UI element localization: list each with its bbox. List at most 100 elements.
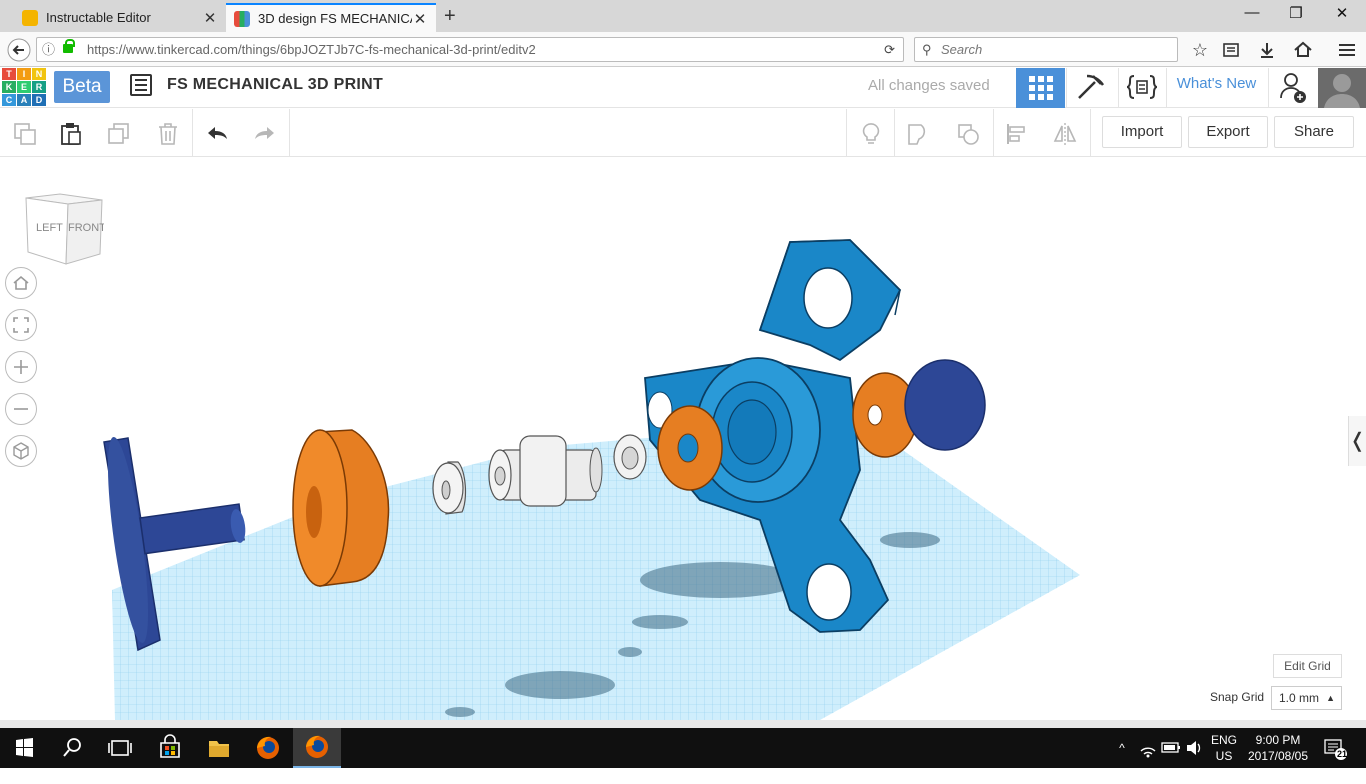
firefox-button[interactable]	[244, 728, 292, 768]
firefox-active-button[interactable]	[293, 728, 341, 768]
white-ring-small[interactable]	[613, 434, 647, 480]
task-view-icon	[108, 740, 132, 756]
copy-icon[interactable]	[12, 121, 38, 147]
align-icon[interactable]	[1004, 121, 1030, 147]
shapes-panel-toggle[interactable]: ❬	[1348, 416, 1366, 466]
toolbar-divider	[894, 109, 895, 157]
undo-icon[interactable]	[204, 121, 230, 147]
zoom-out-button[interactable]	[5, 393, 37, 425]
home-icon	[13, 275, 29, 290]
close-window-button[interactable]: ✕	[1330, 4, 1354, 22]
logo-letter: I	[17, 68, 31, 80]
caret-up-icon: ▲	[1326, 693, 1335, 703]
close-tab-icon[interactable]: ✕	[202, 9, 218, 27]
new-tab-button[interactable]: +	[444, 5, 456, 28]
fit-view-button[interactable]	[5, 309, 37, 341]
minimize-button[interactable]: —	[1240, 4, 1264, 21]
task-view-button[interactable]	[96, 728, 144, 768]
windows-logo-icon	[16, 738, 33, 757]
firefox-icon	[257, 736, 279, 759]
maximize-button[interactable]: ❐	[1284, 4, 1308, 22]
lock-icon	[63, 39, 75, 53]
export-button[interactable]: Export	[1188, 116, 1268, 148]
3d-view-button[interactable]	[1016, 68, 1065, 108]
reading-list-icon[interactable]	[1218, 37, 1244, 63]
search-taskbar-button[interactable]	[48, 728, 96, 768]
design-title[interactable]: FS MECHANICAL 3D PRINT	[167, 76, 383, 94]
group-icon[interactable]	[906, 121, 932, 147]
add-user-button[interactable]	[1268, 68, 1318, 108]
design-list-icon[interactable]	[130, 74, 152, 96]
bookmark-star-icon[interactable]: ☆	[1187, 37, 1213, 63]
logo-letter: T	[2, 68, 16, 80]
instructables-robot-icon	[22, 9, 38, 26]
windows-taskbar: ^ ENG US 9:00 PM 2017/08/05 21	[0, 728, 1366, 768]
whats-new-link[interactable]: What's New	[1166, 68, 1266, 108]
firefox-icon	[306, 735, 328, 758]
orange-washer-front[interactable]	[657, 405, 723, 491]
viewcube-front-label[interactable]: FRONT	[68, 222, 104, 234]
file-explorer-button[interactable]	[195, 728, 243, 768]
beta-badge[interactable]: Beta	[54, 71, 110, 103]
home-view-button[interactable]	[5, 267, 37, 299]
mirror-icon[interactable]	[1052, 121, 1078, 147]
system-clock[interactable]: 9:00 PM 2017/08/05	[1243, 732, 1313, 764]
battery-icon[interactable]	[1160, 728, 1182, 768]
view-cube[interactable]: LEFT FRONT	[24, 192, 104, 266]
blocks-button[interactable]	[1066, 68, 1112, 108]
hamburger-menu-icon[interactable]	[1334, 37, 1360, 63]
minus-icon	[14, 408, 28, 410]
close-tab-icon[interactable]: ✕	[412, 10, 428, 28]
viewcube-left-label[interactable]: LEFT	[36, 222, 63, 234]
tab-instructable-editor[interactable]: Instructable Editor ✕	[14, 3, 226, 32]
store-icon	[160, 734, 180, 758]
logo-letter: R	[32, 81, 46, 93]
volume-icon[interactable]	[1184, 728, 1204, 768]
share-button[interactable]: Share	[1274, 116, 1354, 148]
search-placeholder: Search	[941, 42, 983, 57]
home-icon[interactable]	[1290, 37, 1316, 63]
tab-3d-design[interactable]: 3D design FS MECHANICAL ✕	[226, 3, 436, 32]
orthographic-view-button[interactable]	[5, 435, 37, 467]
ungroup-icon[interactable]	[956, 121, 982, 147]
info-icon[interactable]: ⓘ	[42, 38, 55, 61]
zoom-in-button[interactable]	[5, 351, 37, 383]
browser-tab-bar: Instructable Editor ✕ 3D design FS MECHA…	[0, 0, 1366, 32]
navy-cap-right[interactable]	[904, 359, 986, 451]
paste-icon[interactable]	[58, 121, 84, 147]
url-bar[interactable]: ⓘ https://www.tinkercad.com/things/6bpJO…	[36, 37, 904, 62]
input-language-indicator[interactable]: ENG US	[1208, 732, 1240, 764]
browser-search-input[interactable]: ⚲ Search	[914, 37, 1178, 62]
action-center-button[interactable]: 21	[1320, 728, 1350, 768]
show-hidden-icons-button[interactable]: ^	[1112, 728, 1132, 768]
user-avatar-icon	[1324, 74, 1360, 108]
clock-date: 2017/08/05	[1247, 749, 1309, 763]
tinkercad-logo[interactable]: T I N K E R C A D	[2, 68, 46, 106]
snap-grid-select[interactable]: 1.0 mm ▲	[1271, 686, 1342, 710]
avatar[interactable]	[1318, 68, 1366, 108]
duplicate-icon[interactable]	[106, 121, 132, 147]
download-icon[interactable]	[1254, 37, 1280, 63]
redo-icon[interactable]	[252, 121, 278, 147]
editor-toolbar: Import Export Share	[0, 109, 1366, 157]
logo-letter: D	[32, 94, 46, 106]
logo-letter: K	[2, 81, 16, 93]
add-user-icon	[1280, 73, 1306, 103]
url-text[interactable]: https://www.tinkercad.com/things/6bpJOZT…	[87, 38, 536, 61]
start-button[interactable]	[0, 728, 48, 768]
reload-icon[interactable]: ⟳	[884, 38, 895, 61]
toolbar-divider	[1090, 109, 1091, 157]
back-arrow-icon[interactable]	[6, 37, 32, 63]
codeblocks-button[interactable]	[1118, 68, 1164, 108]
scene-3d[interactable]	[0, 158, 1366, 720]
network-icon[interactable]	[1138, 728, 1158, 768]
import-button[interactable]: Import	[1102, 116, 1182, 148]
workplane-canvas[interactable]: LEFT FRONT ❬ Edit Grid Snap Grid 1.0 mm …	[0, 158, 1366, 720]
edit-grid-button[interactable]: Edit Grid	[1273, 654, 1342, 678]
delete-icon[interactable]	[155, 121, 181, 147]
orange-spacer-large[interactable]	[292, 429, 390, 587]
store-button[interactable]	[146, 728, 194, 768]
toolbar-divider	[192, 109, 193, 157]
white-washer-small[interactable]	[432, 461, 467, 515]
lightbulb-icon[interactable]	[858, 121, 884, 147]
